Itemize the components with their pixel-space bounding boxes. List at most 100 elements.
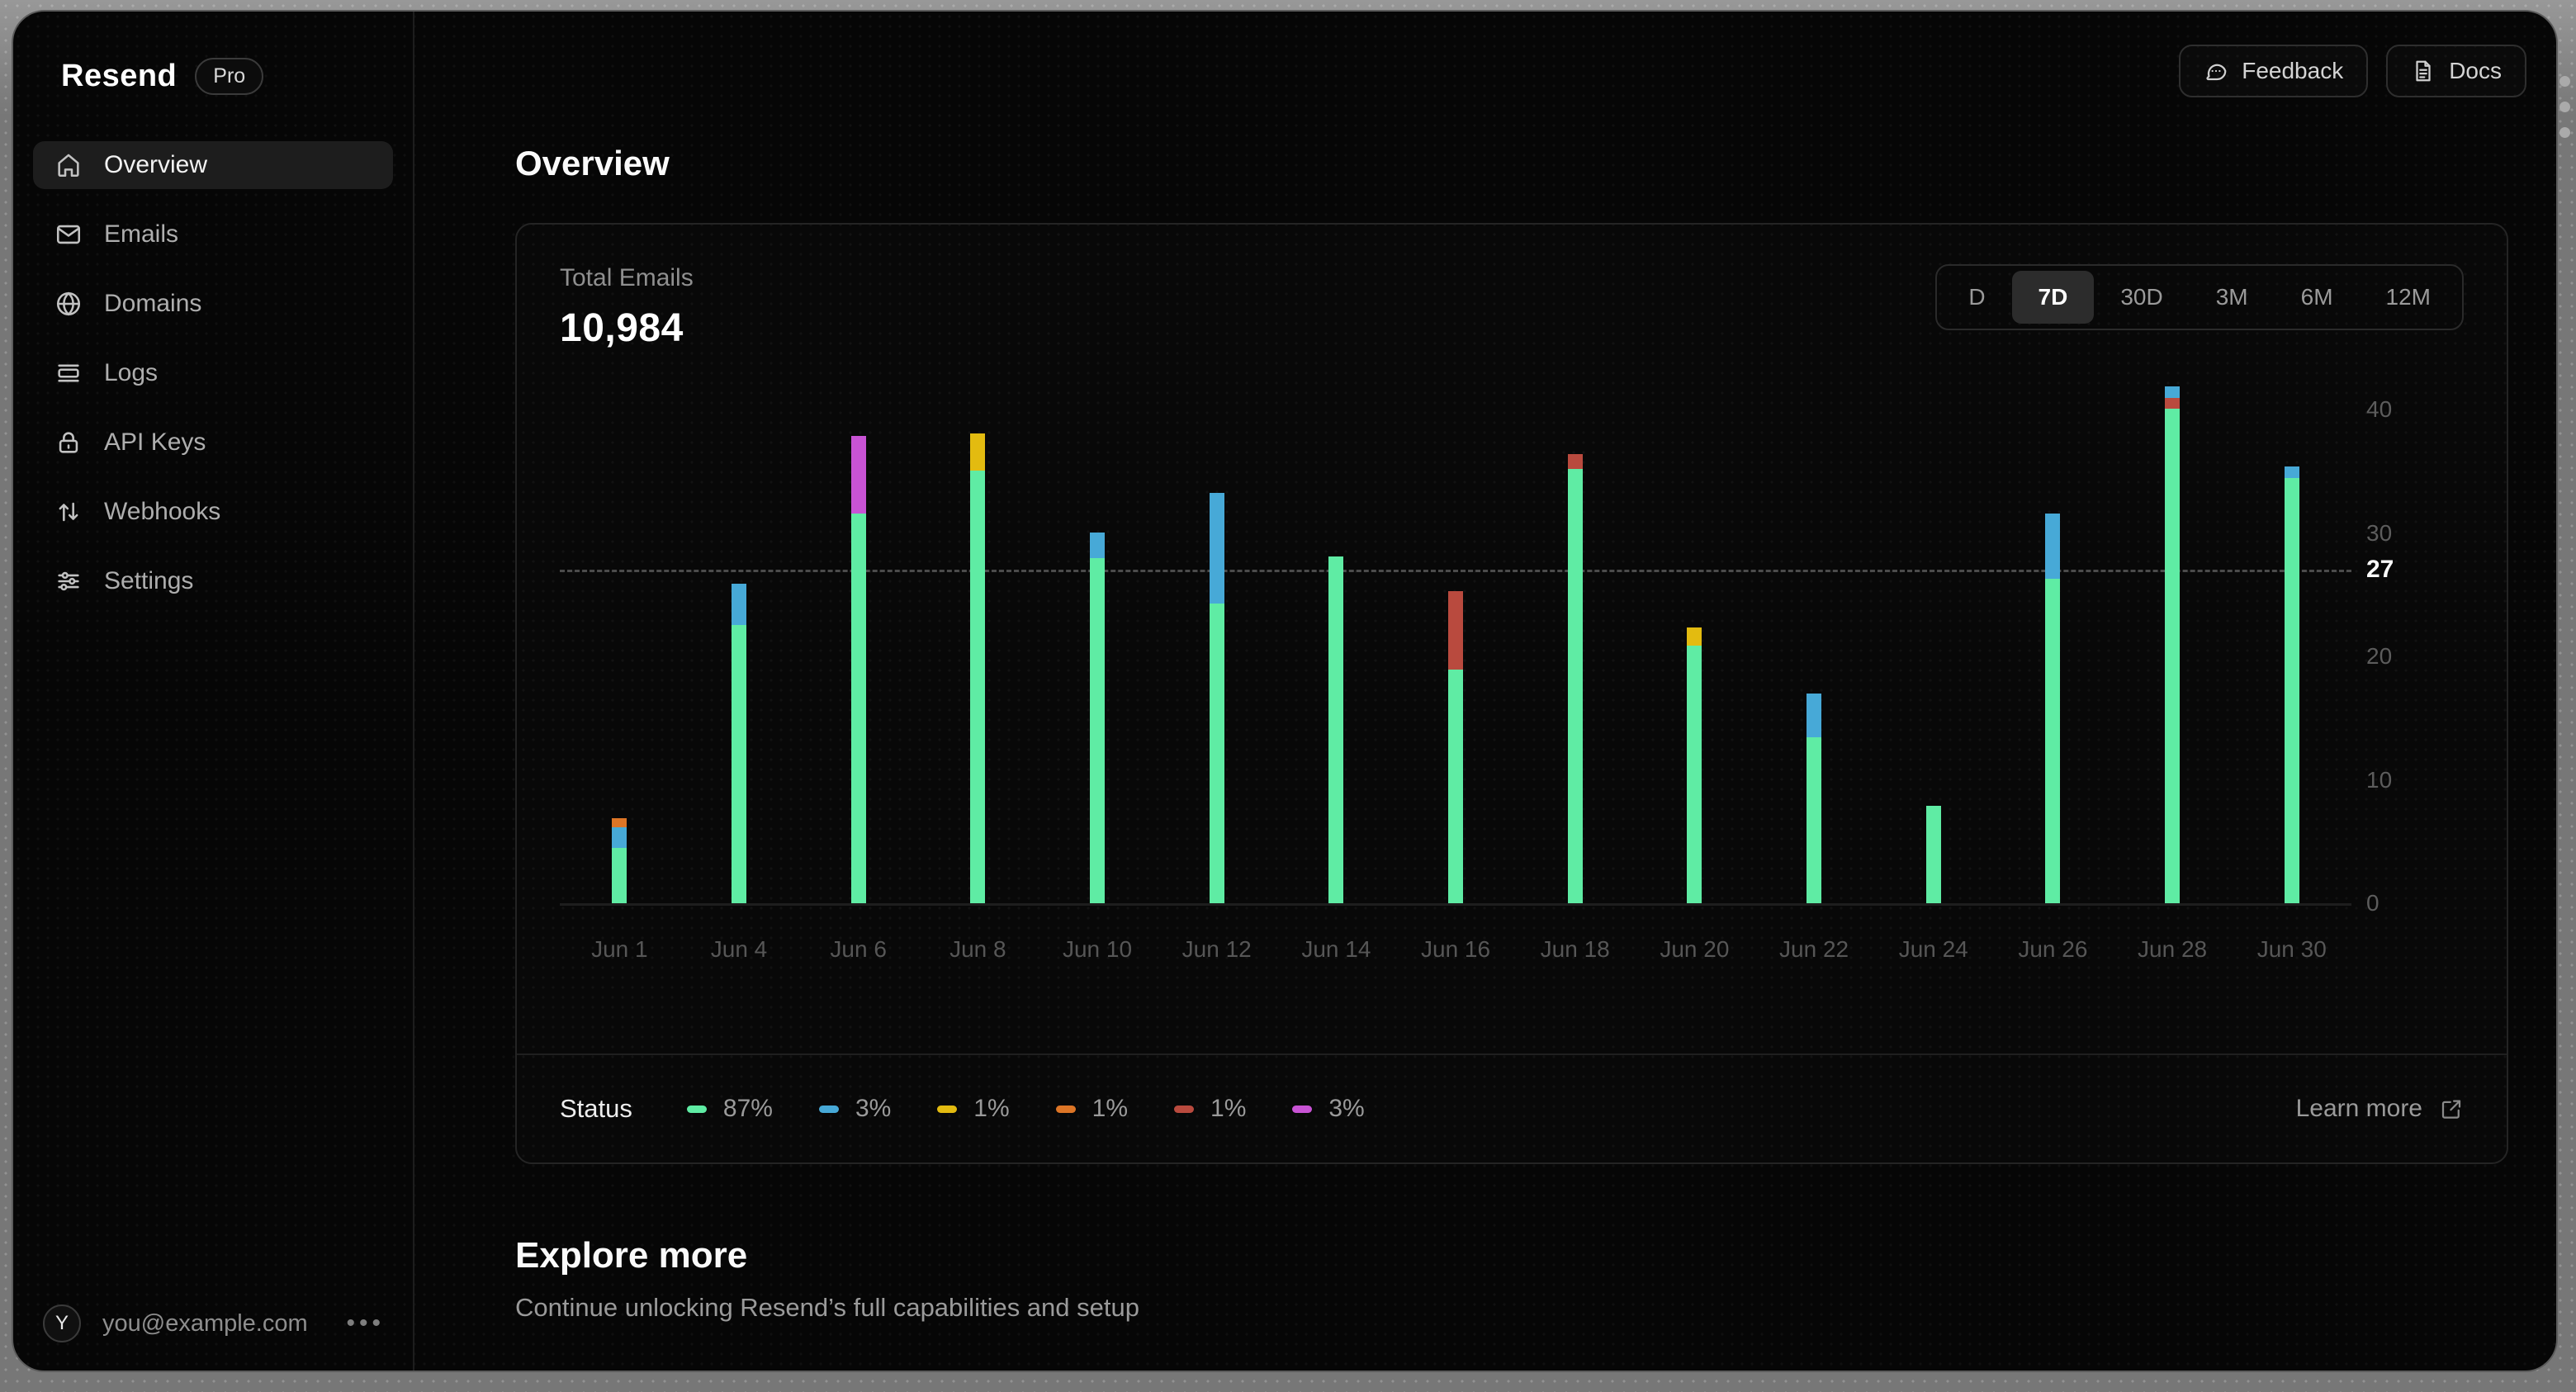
bar-segment-green	[1807, 736, 1822, 905]
x-axis-tick-label: Jun 6	[830, 936, 887, 962]
status-legend-title: Status	[560, 1094, 632, 1123]
legend-swatch-yellow	[937, 1105, 958, 1113]
bar-segment-blue	[2284, 466, 2299, 478]
range-button-3m[interactable]: 3M	[2190, 271, 2275, 324]
range-button-6m[interactable]: 6M	[2275, 271, 2360, 324]
legend-swatch-blue	[818, 1105, 839, 1113]
bar-jun-20[interactable]	[1635, 381, 1754, 905]
bar-segment-green	[2165, 409, 2181, 905]
sidebar-item-overview[interactable]: Overview	[33, 141, 393, 189]
bar-segment-green	[1567, 469, 1583, 905]
feedback-button[interactable]: Feedback	[2179, 45, 2369, 97]
bar-segment-green	[612, 848, 627, 905]
user-menu[interactable]: Y you@example.com •••	[43, 1304, 385, 1342]
sidebar-item-webhooks[interactable]: Webhooks	[33, 488, 393, 536]
bar-segment-green	[970, 470, 986, 905]
app-window: Resend Pro Overview Emails Domains Logs …	[12, 10, 2558, 1372]
x-axis-tick-label: Jun 4	[710, 936, 768, 962]
learn-more-label: Learn more	[2295, 1095, 2422, 1122]
x-axis-tick-label: Jun 12	[1181, 936, 1252, 962]
x-axis-tick-label: Jun 18	[1540, 936, 1610, 962]
bar-segment-green	[1209, 604, 1224, 905]
bar-jun-28[interactable]	[2113, 381, 2233, 905]
bar-jun-6[interactable]	[798, 381, 918, 905]
bar-jun-16[interactable]	[1396, 381, 1516, 905]
sidebar-item-settings[interactable]: Settings	[33, 557, 393, 605]
y-axis-tick: 40	[2366, 396, 2393, 422]
docs-button[interactable]: Docs	[2386, 45, 2526, 97]
legend-swatch-purple	[1292, 1105, 1313, 1113]
ellipsis-menu-icon[interactable]: •••	[346, 1309, 385, 1338]
lock-icon	[54, 428, 83, 457]
sidebar-item-label: Settings	[104, 567, 194, 594]
bar-jun-1[interactable]	[560, 381, 680, 905]
metric-label: Total Emails	[560, 264, 694, 291]
sidebar-item-label: Emails	[104, 220, 179, 248]
x-axis-labels: Jun 1 Jun 4 Jun 6 Jun 8 Jun 10 Jun 12 Jun 14 Ju…	[560, 926, 2351, 973]
bar-segment-green	[2045, 579, 2061, 905]
chart-plot	[560, 381, 2351, 905]
legend-entry: 3%	[818, 1095, 891, 1123]
document-icon	[2416, 60, 2431, 82]
external-link-icon	[2441, 1100, 2461, 1119]
bar-segment-blue	[2165, 386, 2181, 398]
bar-segment-blue	[612, 826, 627, 849]
x-axis-tick-label: Jun 10	[1062, 936, 1133, 962]
sidebar-item-api-keys[interactable]: API Keys	[33, 419, 393, 466]
bar-segment-purple	[850, 435, 866, 514]
bar-jun-12[interactable]	[1157, 381, 1276, 905]
bar-segment-blue	[1209, 492, 1224, 604]
bar-segment-yellow	[1687, 627, 1702, 646]
learn-more-link[interactable]: Learn more	[2296, 1095, 2464, 1123]
range-button-12m[interactable]: 12M	[2360, 271, 2457, 324]
x-axis-tick-label: Jun 28	[2138, 936, 2208, 962]
bar-jun-4[interactable]	[680, 381, 799, 905]
sidebar-item-label: Webhooks	[104, 498, 221, 525]
sidebar-item-emails[interactable]: Emails	[33, 211, 393, 258]
legend-swatch-orange	[1055, 1105, 1076, 1113]
y-axis-tick: 20	[2366, 643, 2393, 669]
bar-segment-green	[1328, 556, 1344, 905]
bar-jun-24[interactable]	[1873, 381, 1993, 905]
bar-segment-green	[2284, 477, 2299, 905]
bar-jun-26[interactable]	[1993, 381, 2113, 905]
page-title: Overview	[515, 144, 670, 182]
legend-entry: 3%	[1292, 1095, 1365, 1123]
plan-badge: Pro	[195, 58, 264, 95]
bar-jun-10[interactable]	[1038, 381, 1158, 905]
legend-entry: 87%	[686, 1095, 773, 1123]
sliders-icon	[54, 567, 83, 595]
legend-entry: 1%	[937, 1095, 1010, 1123]
sidebar-item-logs[interactable]: Logs	[33, 349, 393, 397]
x-axis-tick-label: Jun 22	[1779, 936, 1849, 962]
bar-segment-orange	[612, 818, 627, 827]
y-axis-tick: 10	[2366, 766, 2393, 793]
frame-dots-decoration	[2559, 76, 2573, 138]
bar-segment-blue	[1807, 694, 1822, 737]
range-button-7d[interactable]: 7D	[2011, 271, 2095, 324]
status-legend: Status 87% 3% 1% 1% 1% 3%	[560, 1094, 1365, 1124]
bar-jun-22[interactable]	[1754, 381, 1874, 905]
bar-jun-18[interactable]	[1515, 381, 1635, 905]
range-button-30d[interactable]: 30D	[2094, 271, 2189, 324]
bar-jun-30[interactable]	[2232, 381, 2351, 905]
bar-segment-green	[1448, 669, 1464, 905]
x-axis-tick-label: Jun 30	[2256, 936, 2327, 962]
sidebar-item-label: API Keys	[104, 428, 206, 456]
sidebar-nav: Overview Emails Domains Logs API Keys We…	[33, 141, 393, 605]
range-button-d[interactable]: D	[1942, 271, 2011, 324]
arrows-up-down-icon	[54, 498, 83, 526]
y-axis-tick: 30	[2366, 519, 2393, 546]
globe-icon	[54, 290, 83, 318]
x-axis-tick-label: Jun 14	[1301, 936, 1371, 962]
bar-jun-8[interactable]	[918, 381, 1038, 905]
time-range-control: D 7D 30D 3M 6M 12M	[1935, 264, 2464, 330]
bar-segment-green	[1687, 646, 1702, 905]
metric-value: 10,984	[560, 306, 684, 350]
sidebar-item-domains[interactable]: Domains	[33, 280, 393, 328]
rows-icon	[54, 359, 83, 387]
user-email: you@example.com	[102, 1309, 308, 1337]
bar-segment-green	[1925, 806, 1941, 905]
sidebar: Resend Pro Overview Emails Domains Logs …	[13, 12, 414, 1371]
bar-jun-14[interactable]	[1276, 381, 1396, 905]
